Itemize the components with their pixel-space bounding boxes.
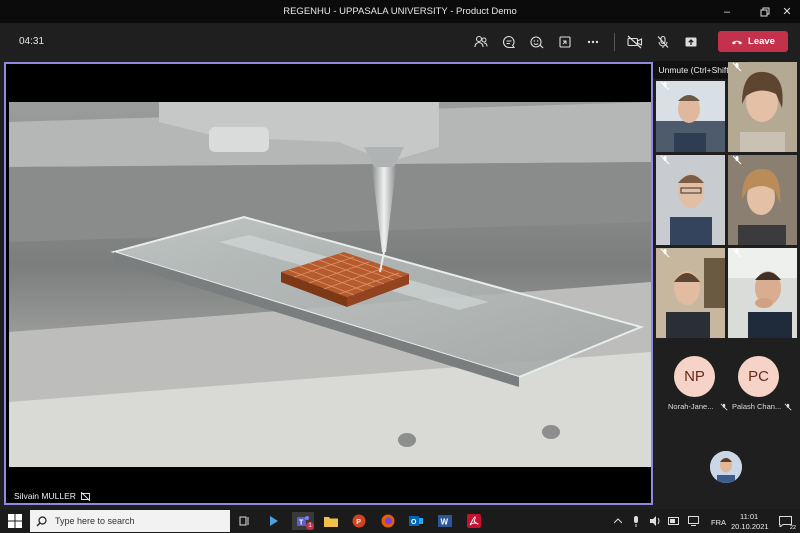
camera-off-icon[interactable] bbox=[625, 32, 645, 52]
clock-date[interactable]: 20.10.2021 bbox=[731, 522, 769, 531]
participant-avatar-np[interactable]: NP bbox=[674, 356, 715, 397]
volume-icon[interactable] bbox=[648, 512, 662, 530]
teams-meeting-window: REGENHU - UPPASALA UNIVERSITY - Product … bbox=[0, 0, 800, 533]
share-screen-icon[interactable] bbox=[681, 32, 701, 52]
participant-avatar-pc[interactable]: PC bbox=[738, 356, 779, 397]
clock-time[interactable]: 11:01 bbox=[740, 512, 758, 521]
microphone-tray-icon[interactable] bbox=[630, 512, 642, 530]
screen-share-indicator-icon bbox=[80, 491, 90, 501]
mic-muted-icon bbox=[732, 62, 742, 72]
reactions-icon[interactable] bbox=[527, 32, 547, 52]
mic-muted-icon bbox=[660, 248, 670, 258]
participants-icon[interactable] bbox=[471, 32, 491, 52]
meeting-timer: 04:31 bbox=[19, 36, 45, 47]
mic-muted-icon bbox=[784, 403, 792, 410]
leave-button[interactable]: Leave bbox=[718, 31, 788, 52]
media-app-icon[interactable] bbox=[264, 512, 282, 530]
toolbar-divider bbox=[614, 33, 615, 51]
close-button[interactable]: ✕ bbox=[772, 0, 800, 23]
show-hidden-icons[interactable] bbox=[612, 512, 624, 530]
participant-name-label: Norah-Jane... bbox=[668, 402, 714, 411]
chat-icon[interactable] bbox=[499, 32, 519, 52]
search-icon bbox=[36, 515, 47, 526]
mic-muted-icon bbox=[732, 248, 742, 258]
mic-muted-icon bbox=[660, 155, 670, 165]
svg-text:P: P bbox=[356, 519, 361, 526]
speaker-name: Silvain MULLER bbox=[14, 491, 76, 501]
meeting-toolbar: 04:31 Leave bbox=[0, 23, 800, 60]
participant-video-6[interactable] bbox=[728, 248, 797, 338]
bioprinter-video-frame bbox=[9, 102, 651, 467]
file-explorer-icon[interactable] bbox=[322, 512, 340, 530]
svg-text:O: O bbox=[411, 519, 417, 526]
notifications-icon[interactable]: 22 bbox=[776, 512, 796, 531]
hang-up-icon bbox=[732, 40, 743, 44]
mic-muted-icon bbox=[660, 81, 670, 91]
self-view-avatar[interactable] bbox=[710, 451, 742, 483]
svg-text:T: T bbox=[299, 520, 304, 527]
more-options-icon[interactable] bbox=[583, 32, 603, 52]
speaker-label: Silvain MULLER bbox=[14, 491, 90, 501]
participant-video-2[interactable] bbox=[728, 62, 797, 152]
svg-text:W: W bbox=[441, 518, 449, 527]
search-placeholder: Type here to search bbox=[55, 516, 135, 526]
participant-video-3[interactable] bbox=[656, 155, 725, 245]
title-bar: REGENHU - UPPASALA UNIVERSITY - Product … bbox=[0, 0, 800, 23]
participant-name-label: Palash Chan... bbox=[732, 402, 782, 411]
taskbar-search-box[interactable]: Type here to search bbox=[30, 510, 230, 532]
input-language[interactable]: FRA bbox=[711, 518, 726, 527]
teams-badge: 1 bbox=[306, 522, 314, 530]
main-video-stage[interactable]: Silvain MULLER bbox=[4, 62, 653, 505]
notification-count: 22 bbox=[789, 525, 796, 531]
mic-muted-icon bbox=[732, 155, 742, 165]
outlook-icon[interactable]: O bbox=[407, 512, 425, 530]
rooms-icon[interactable] bbox=[555, 32, 575, 52]
participant-video-5[interactable] bbox=[656, 248, 725, 338]
participant-name-pc: Palash Chan... bbox=[732, 402, 792, 411]
network-icon[interactable] bbox=[686, 512, 700, 530]
battery-icon[interactable] bbox=[667, 512, 681, 530]
powerpoint-icon[interactable]: P bbox=[350, 512, 368, 530]
minimize-button[interactable]: – bbox=[712, 0, 742, 23]
word-icon[interactable]: W bbox=[436, 512, 454, 530]
mic-muted-icon[interactable] bbox=[653, 32, 673, 52]
task-view-icon[interactable] bbox=[235, 512, 253, 530]
windows-taskbar: Type here to search T 1 P O W FRA 11:01 … bbox=[0, 509, 800, 533]
participant-video-4[interactable] bbox=[728, 155, 797, 245]
mic-muted-icon bbox=[720, 403, 728, 410]
participant-video-1[interactable] bbox=[656, 81, 725, 152]
leave-label: Leave bbox=[748, 36, 775, 47]
window-title: REGENHU - UPPASALA UNIVERSITY - Product … bbox=[283, 6, 517, 17]
teams-app-icon[interactable]: T 1 bbox=[292, 512, 314, 530]
participant-name-np: Norah-Jane... bbox=[668, 402, 728, 411]
windows-start-icon[interactable] bbox=[8, 514, 22, 528]
acrobat-icon[interactable] bbox=[465, 512, 483, 530]
restore-icon bbox=[760, 7, 770, 16]
firefox-icon[interactable] bbox=[379, 512, 397, 530]
